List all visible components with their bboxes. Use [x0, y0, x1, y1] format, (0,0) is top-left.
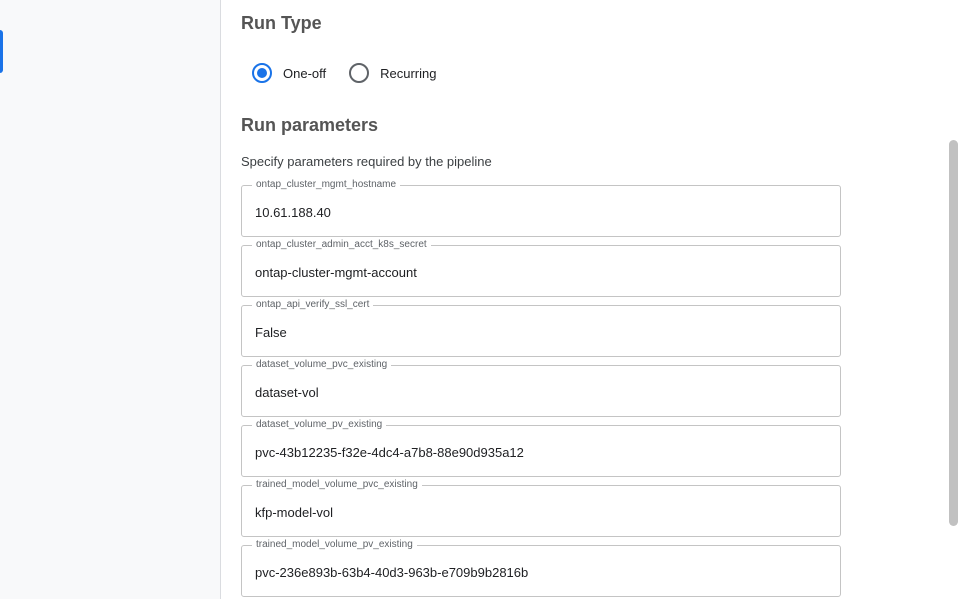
sidebar-active-indicator[interactable]: [0, 30, 3, 73]
dataset-volume-pvc-existing-field[interactable]: dataset_volume_pvc_existing dataset-vol: [241, 359, 841, 417]
run-type-recurring-option[interactable]: Recurring: [349, 63, 436, 83]
ontap-cluster-admin-acct-k8s-secret-field[interactable]: ontap_cluster_admin_acct_k8s_secret onta…: [241, 239, 841, 297]
field-label: trained_model_volume_pvc_existing: [252, 479, 422, 491]
run-type-recurring-label: Recurring: [380, 65, 437, 81]
field-label: trained_model_volume_pv_existing: [252, 539, 417, 551]
run-type-one-off-option[interactable]: One-off: [252, 63, 326, 83]
field-label: ontap_api_verify_ssl_cert: [252, 299, 374, 311]
field-value[interactable]: pvc-236e893b-63b4-40d3-963b-e709b9b2816b: [255, 565, 528, 580]
sidebar: [0, 0, 221, 599]
vertical-scrollbar[interactable]: [946, 0, 960, 599]
radio-unchecked-icon[interactable]: [349, 63, 370, 83]
field-value[interactable]: False: [255, 325, 287, 340]
run-type-title: Run Type: [241, 13, 322, 33]
ontap-cluster-mgmt-hostname-field[interactable]: ontap_cluster_mgmt_hostname 10.61.188.40: [241, 179, 841, 237]
field-label: dataset_volume_pv_existing: [252, 419, 387, 431]
scrollbar-thumb[interactable]: [949, 140, 958, 526]
field-label: ontap_cluster_admin_acct_k8s_secret: [252, 239, 431, 251]
run-parameters-title: Run parameters: [241, 115, 379, 135]
main-content: Run Type One-off Recurring Run parameter…: [222, 0, 960, 599]
field-label: dataset_volume_pvc_existing: [252, 359, 392, 371]
trained-model-volume-pv-existing-field[interactable]: trained_model_volume_pv_existing pvc-236…: [241, 539, 841, 597]
field-value[interactable]: 10.61.188.40: [255, 205, 331, 220]
field-value[interactable]: pvc-43b12235-f32e-4dc4-a7b8-88e90d935a12: [255, 445, 524, 460]
radio-checked-icon[interactable]: [252, 63, 272, 83]
field-value[interactable]: dataset-vol: [255, 385, 319, 400]
run-type-one-off-label: One-off: [283, 65, 327, 81]
ontap-api-verify-ssl-cert-field[interactable]: ontap_api_verify_ssl_cert False: [241, 299, 841, 357]
field-value[interactable]: kfp-model-vol: [255, 505, 333, 520]
parameter-fields: ontap_cluster_mgmt_hostname 10.61.188.40…: [241, 179, 841, 605]
dataset-volume-pv-existing-field[interactable]: dataset_volume_pv_existing pvc-43b12235-…: [241, 419, 841, 477]
field-label: ontap_cluster_mgmt_hostname: [252, 179, 401, 191]
run-parameters-subtitle: Specify parameters required by the pipel…: [241, 154, 492, 169]
field-value[interactable]: ontap-cluster-mgmt-account: [255, 265, 417, 280]
trained-model-volume-pvc-existing-field[interactable]: trained_model_volume_pvc_existing kfp-mo…: [241, 479, 841, 537]
run-type-radio-group: One-off Recurring: [252, 62, 459, 84]
